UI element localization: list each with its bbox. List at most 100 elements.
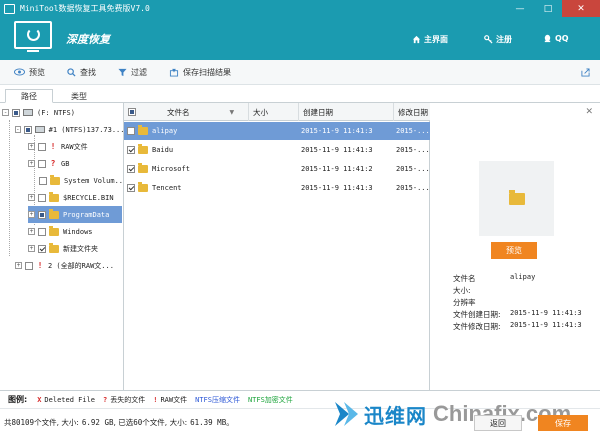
collapse-icon[interactable]: - <box>2 109 9 116</box>
file-modified: 2015-... <box>396 184 430 192</box>
legend: 图例: X Deleted File ? 丢失的文件 ! RAW文件 NTFS压… <box>0 390 600 408</box>
tree-node-gb[interactable]: + ? GB <box>28 155 123 172</box>
file-name: alipay <box>152 127 178 135</box>
save-scan-label: 保存扫描结果 <box>183 67 231 77</box>
tree-checkbox[interactable] <box>23 125 32 134</box>
expand-icon[interactable]: + <box>28 211 35 218</box>
tree-checkbox[interactable] <box>38 244 46 253</box>
row-checkbox[interactable] <box>127 165 135 173</box>
tab-type[interactable]: 类型 <box>55 89 103 103</box>
tab-path[interactable]: 路径 <box>5 89 53 103</box>
tree-node-windows[interactable]: + Windows <box>28 223 123 240</box>
file-row[interactable]: alipay 2015-11-9 11:41:3 2015-... <box>124 122 430 140</box>
legend-title: 图例: <box>8 395 28 404</box>
expand-icon[interactable]: + <box>28 228 35 235</box>
select-all-checkbox[interactable] <box>128 108 136 116</box>
row-checkbox[interactable] <box>127 127 135 135</box>
back-button[interactable]: 返回 <box>474 415 522 431</box>
legend-ntfs-compressed: NTFS压缩文件 <box>195 395 240 404</box>
tree-checkbox[interactable] <box>25 261 33 270</box>
close-button[interactable]: ✕ <box>562 0 600 17</box>
row-checkbox[interactable] <box>127 146 135 154</box>
file-name: Tencent <box>152 184 182 192</box>
app-header: 深度恢复 主界面 注册 QQ <box>0 17 600 60</box>
search-tool-label: 查找 <box>80 67 96 77</box>
window-title: MiniTool数据恢复工具免费版V7.0 <box>20 4 150 13</box>
status-text: , 已选 <box>113 418 134 427</box>
column-created[interactable]: 创建日期 <box>299 103 394 121</box>
expand-icon[interactable]: + <box>28 160 35 167</box>
save-scan-button[interactable]: 保存扫描结果 <box>169 67 231 78</box>
tree-node-system-volume[interactable]: System Volum... <box>39 172 124 189</box>
tree-node-label: $RECYCLE.BIN <box>63 193 114 202</box>
tree-node-partition[interactable]: - #1 (NTFS)137.73... <box>15 121 123 138</box>
file-created: 2015-11-9 11:41:3 <box>301 127 373 135</box>
tree-node-raw[interactable]: + ! RAW文件 <box>28 138 123 155</box>
tree-checkbox[interactable] <box>38 210 46 219</box>
lost-mark-icon: ? <box>103 395 108 404</box>
save-button[interactable]: 保存 <box>538 415 588 431</box>
tree-node-label: System Volum... <box>64 176 124 185</box>
row-checkbox[interactable] <box>127 184 135 192</box>
preview-thumbnail <box>479 161 554 236</box>
preview-field-label: 文件创建日期: <box>453 310 501 319</box>
tree-checkbox[interactable] <box>38 159 46 168</box>
column-modified[interactable]: 修改日期 <box>394 103 430 121</box>
maximize-button[interactable]: □ <box>534 0 562 17</box>
file-created: 2015-11-9 11:41:3 <box>301 184 373 192</box>
raw-file-icon: ! <box>50 142 56 151</box>
close-preview-icon[interactable]: ✕ <box>585 107 593 117</box>
file-created: 2015-11-9 11:41:3 <box>301 146 373 154</box>
expand-icon[interactable]: + <box>15 262 22 269</box>
tree-checkbox[interactable] <box>38 193 46 202</box>
tree-node-drive[interactable]: - (F: NTFS) <box>2 104 123 121</box>
tree-node-label: GB <box>61 159 70 168</box>
toolbar: 预览 查找 过滤 保存扫描结果 <box>0 60 600 85</box>
column-name[interactable]: 文件名 ▼ <box>124 103 249 121</box>
total-file-count: 80109 <box>11 418 35 427</box>
file-name: Microsoft <box>152 165 190 173</box>
folder-tree: - (F: NTFS) - #1 (NTFS)137.73... + ! RAW… <box>0 103 124 390</box>
tree-node-recycle-bin[interactable]: + $RECYCLE.BIN <box>28 189 123 206</box>
preview-tool-button[interactable]: 预览 <box>14 67 45 78</box>
export-icon[interactable] <box>581 68 590 77</box>
register-nav-button[interactable]: 注册 <box>484 34 512 45</box>
column-size[interactable]: 大小 <box>249 103 299 121</box>
folder-icon <box>138 182 148 192</box>
expand-icon[interactable]: + <box>28 143 35 150</box>
tree-checkbox[interactable] <box>39 176 47 185</box>
column-name-label: 文件名 <box>167 107 190 117</box>
minimize-button[interactable]: — <box>506 0 534 17</box>
filter-tool-button[interactable]: 过滤 <box>118 67 147 78</box>
expand-icon[interactable]: + <box>28 245 35 252</box>
tree-node-label: Windows <box>63 227 93 236</box>
collapse-icon[interactable]: - <box>15 126 21 133</box>
folder-icon <box>49 242 59 253</box>
tree-node-new-folder[interactable]: + 新建文件夹 <box>28 240 123 257</box>
expand-icon[interactable]: + <box>28 194 35 201</box>
preview-field-value: 2015-11-9 11:41:3 <box>510 321 582 329</box>
tree-checkbox[interactable] <box>38 142 46 151</box>
tree-node-raw-all[interactable]: + ! 2 (全部的RAW文... <box>15 257 123 274</box>
tree-checkbox[interactable] <box>12 108 20 117</box>
search-tool-button[interactable]: 查找 <box>67 67 96 78</box>
preview-field-label: 大小: <box>453 286 471 295</box>
partition-icon <box>34 126 45 133</box>
folder-icon <box>49 225 59 236</box>
app-icon <box>4 3 15 14</box>
file-row[interactable]: Baidu 2015-11-9 11:41:3 2015-... <box>124 141 430 159</box>
logo-monitor-icon <box>14 21 52 49</box>
tree-node-label: 新建文件夹 <box>63 244 98 253</box>
raw-mark-icon: ! <box>153 395 158 404</box>
qq-nav-button[interactable]: QQ <box>543 34 569 43</box>
file-row[interactable]: Microsoft 2015-11-9 11:41:2 2015-... <box>124 160 430 178</box>
home-nav-button[interactable]: 主界面 <box>412 34 448 45</box>
tree-node-programdata[interactable]: + ProgramData <box>28 206 122 223</box>
preview-button[interactable]: 预览 <box>491 242 537 259</box>
tree-node-label: ProgramData <box>63 210 110 219</box>
file-row[interactable]: Tencent 2015-11-9 11:41:3 2015-... <box>124 179 430 197</box>
home-nav-label: 主界面 <box>424 35 448 44</box>
preview-field-label: 文件修改日期: <box>453 322 501 331</box>
tree-node-label: (F: NTFS) <box>37 108 75 117</box>
tree-checkbox[interactable] <box>38 227 46 236</box>
